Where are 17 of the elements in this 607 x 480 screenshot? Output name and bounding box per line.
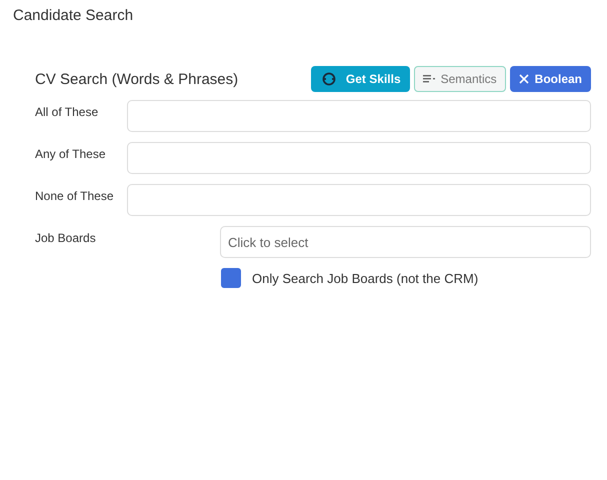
checkbox[interactable] (221, 268, 241, 288)
crosshair-icon (322, 72, 336, 86)
list-icon (422, 74, 435, 84)
input-field[interactable] (127, 142, 591, 174)
section-title: CV Search (Words & Phrases) (35, 70, 238, 88)
field-label: Any of These (35, 146, 106, 163)
input-field[interactable] (127, 100, 591, 132)
select-field[interactable]: Click to select (220, 226, 591, 258)
field-label: None of These (35, 188, 114, 205)
field-label: Job Boards (35, 230, 97, 247)
toolbar-button[interactable]: Semantics (414, 66, 506, 92)
field-label: All of These (35, 104, 100, 121)
checkbox-label: Only Search Job Boards (not the CRM) (252, 270, 478, 286)
toolbar-button[interactable]: Boolean (510, 66, 591, 92)
input-field[interactable] (127, 184, 591, 216)
page-title: Candidate Search (13, 7, 134, 25)
toolbar-button[interactable]: Get Skills (310, 66, 410, 92)
